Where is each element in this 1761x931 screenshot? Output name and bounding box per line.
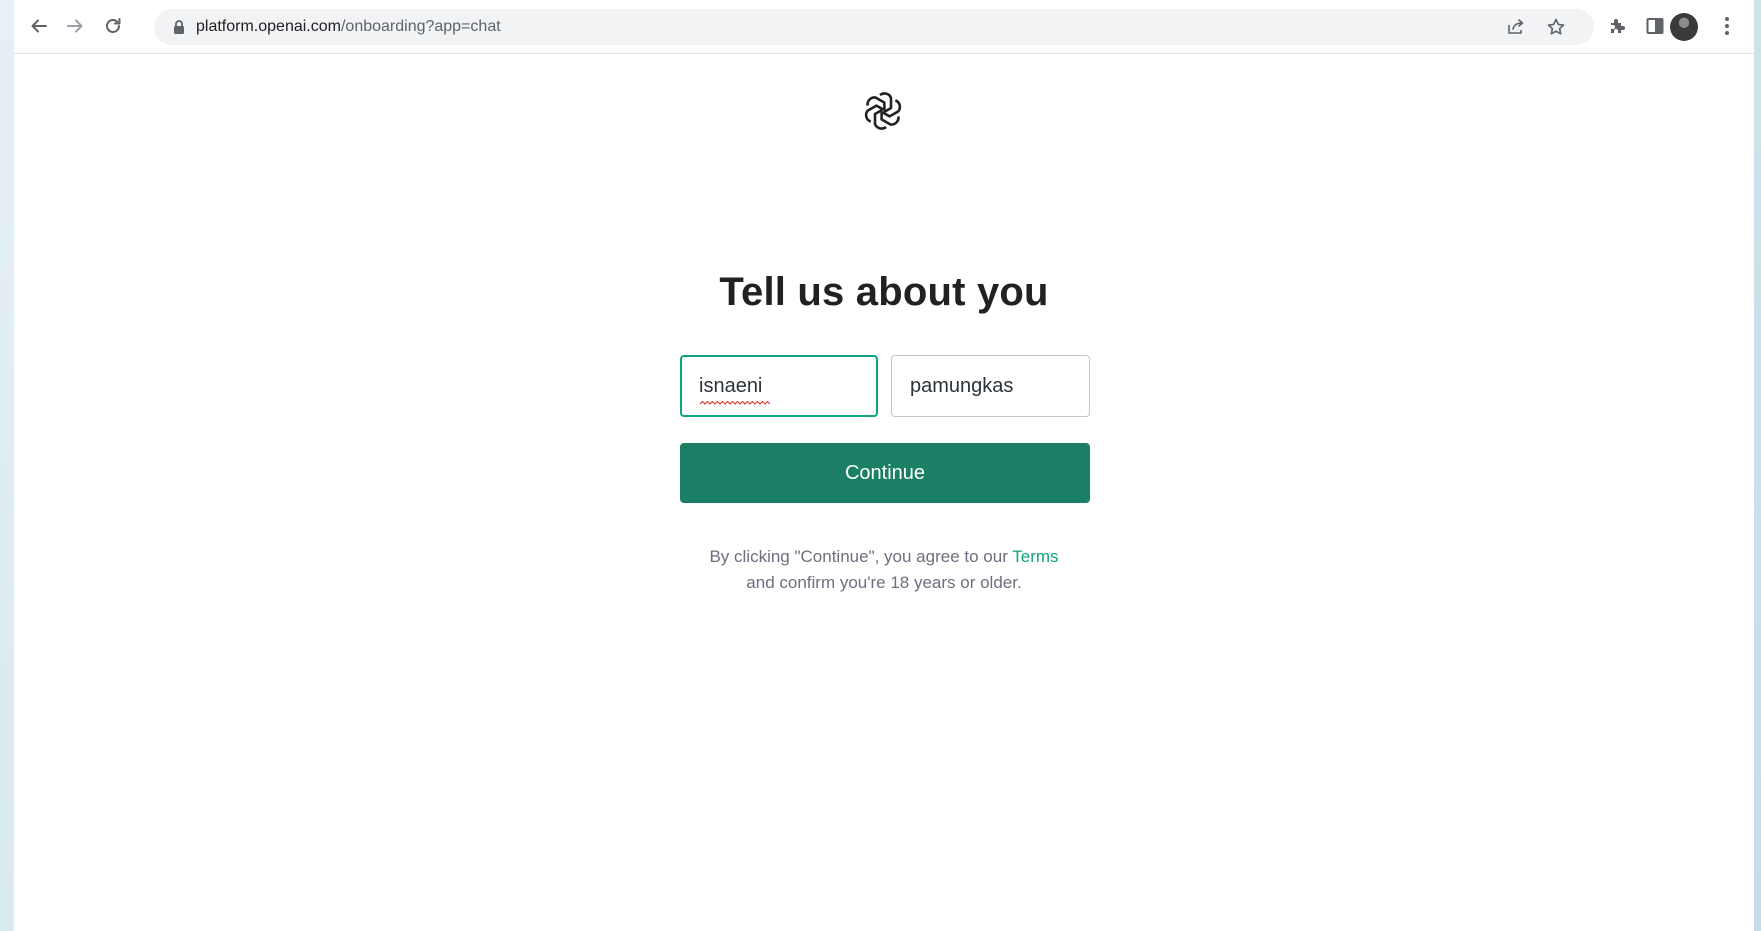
onboarding-page: Tell us about you Continue By clicking "… bbox=[14, 55, 1754, 931]
url-text[interactable]: platform.openai.com/onboarding?app=chat bbox=[196, 9, 501, 45]
legal-text: By clicking "Continue", you agree to our bbox=[709, 547, 1013, 566]
back-button[interactable] bbox=[24, 11, 54, 41]
openai-logo-icon bbox=[864, 92, 902, 130]
side-panel-icon[interactable] bbox=[1644, 15, 1666, 37]
forward-arrow-icon bbox=[67, 19, 83, 33]
browser-window: platform.openai.com/onboarding?app=chat bbox=[14, 0, 1754, 931]
continue-button[interactable]: Continue bbox=[680, 443, 1090, 503]
legal-notice: By clicking "Continue", you agree to our… bbox=[584, 544, 1184, 596]
forward-button[interactable] bbox=[60, 11, 90, 41]
reload-button[interactable] bbox=[98, 11, 128, 41]
kebab-menu-icon[interactable] bbox=[1724, 15, 1730, 37]
first-name-input[interactable] bbox=[680, 355, 878, 417]
share-icon[interactable] bbox=[1506, 17, 1526, 37]
puzzle-icon[interactable] bbox=[1607, 15, 1629, 37]
back-arrow-icon bbox=[31, 19, 47, 33]
url-path: /onboarding?app=chat bbox=[340, 18, 501, 35]
browser-toolbar: platform.openai.com/onboarding?app=chat bbox=[14, 0, 1754, 54]
legal-age-text: and confirm you're 18 years or older. bbox=[746, 573, 1022, 592]
reload-icon bbox=[106, 18, 121, 33]
address-bar[interactable]: platform.openai.com/onboarding?app=chat bbox=[154, 9, 1594, 45]
avatar[interactable] bbox=[1670, 13, 1698, 41]
url-host: platform.openai.com bbox=[196, 18, 341, 35]
page-title: Tell us about you bbox=[719, 270, 1049, 314]
spellcheck-underline bbox=[700, 401, 770, 405]
terms-link[interactable]: Terms bbox=[1012, 547, 1058, 566]
lock-icon bbox=[174, 20, 184, 34]
last-name-input[interactable] bbox=[891, 355, 1090, 417]
star-icon[interactable] bbox=[1546, 17, 1566, 37]
